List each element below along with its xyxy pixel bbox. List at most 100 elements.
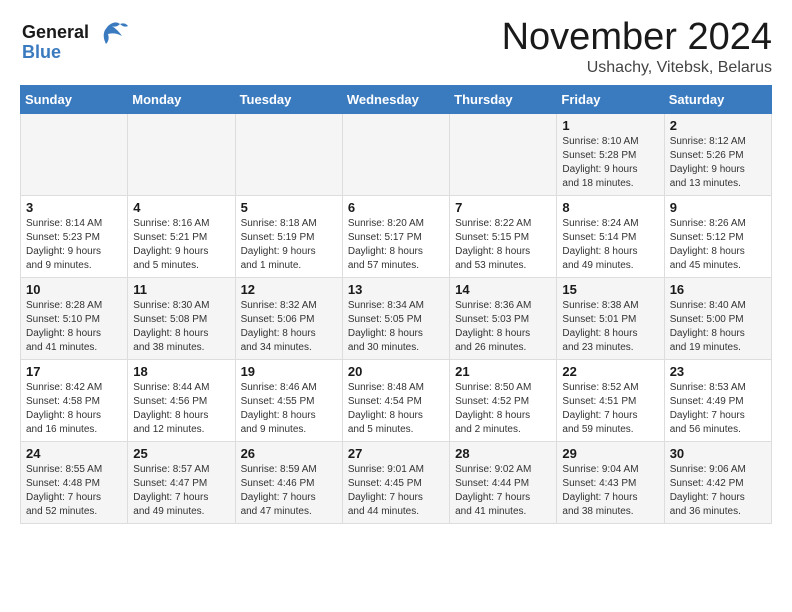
day-detail: Sunrise: 8:16 AM Sunset: 5:21 PM Dayligh…	[133, 217, 229, 273]
day-number: 30	[670, 446, 766, 461]
day-detail: Sunrise: 8:24 AM Sunset: 5:14 PM Dayligh…	[562, 217, 658, 273]
day-cell	[235, 114, 342, 196]
logo-text: General Blue	[20, 16, 130, 69]
header-day-thursday: Thursday	[450, 86, 557, 114]
day-cell: 27 Sunrise: 9:01 AM Sunset: 4:45 PM Dayli…	[342, 442, 449, 524]
day-number: 4	[133, 200, 229, 215]
day-number: 18	[133, 364, 229, 379]
header-day-tuesday: Tuesday	[235, 86, 342, 114]
header-day-sunday: Sunday	[21, 86, 128, 114]
day-number: 5	[241, 200, 337, 215]
day-cell: 10Sunrise: 8:28 AM Sunset: 5:10 PM Dayli…	[21, 278, 128, 360]
day-detail: Sunrise: 8:57 AM Sunset: 4:47 PM Dayligh…	[133, 463, 229, 519]
day-detail: Sunrise: 8:10 AM Sunset: 5:28 PM Dayligh…	[562, 135, 658, 191]
day-cell: 8 Sunrise: 8:24 AM Sunset: 5:14 PM Daylig…	[557, 196, 664, 278]
day-number: 8	[562, 200, 658, 215]
day-detail: Sunrise: 8:46 AM Sunset: 4:55 PM Dayligh…	[241, 381, 337, 437]
day-cell: 26 Sunrise: 8:59 AM Sunset: 4:46 PM Dayli…	[235, 442, 342, 524]
location: Ushachy, Vitebsk, Belarus	[502, 59, 772, 77]
logo: General Blue	[20, 16, 130, 69]
day-cell: 18Sunrise: 8:44 AM Sunset: 4:56 PM Dayli…	[128, 360, 235, 442]
day-cell: 7Sunrise: 8:22 AM Sunset: 5:15 PM Daylig…	[450, 196, 557, 278]
day-number: 17	[26, 364, 122, 379]
day-cell: 17Sunrise: 8:42 AM Sunset: 4:58 PM Dayli…	[21, 360, 128, 442]
day-number: 26	[241, 446, 337, 461]
day-detail: Sunrise: 8:26 AM Sunset: 5:12 PM Dayligh…	[670, 217, 766, 273]
day-detail: Sunrise: 8:20 AM Sunset: 5:17 PM Dayligh…	[348, 217, 444, 273]
calendar-body: 1 Sunrise: 8:10 AM Sunset: 5:28 PM Daylig…	[21, 114, 772, 524]
week-row-3: 10Sunrise: 8:28 AM Sunset: 5:10 PM Dayli…	[21, 278, 772, 360]
day-number: 27	[348, 446, 444, 461]
calendar-table: SundayMondayTuesdayWednesdayThursdayFrid…	[20, 85, 772, 524]
day-detail: Sunrise: 9:01 AM Sunset: 4:45 PM Dayligh…	[348, 463, 444, 519]
day-cell	[128, 114, 235, 196]
day-cell: 1 Sunrise: 8:10 AM Sunset: 5:28 PM Daylig…	[557, 114, 664, 196]
week-row-1: 1 Sunrise: 8:10 AM Sunset: 5:28 PM Daylig…	[21, 114, 772, 196]
day-detail: Sunrise: 8:18 AM Sunset: 5:19 PM Dayligh…	[241, 217, 337, 273]
day-cell: 28Sunrise: 9:02 AM Sunset: 4:44 PM Dayli…	[450, 442, 557, 524]
day-number: 12	[241, 282, 337, 297]
svg-text:Blue: Blue	[22, 42, 61, 62]
day-number: 19	[241, 364, 337, 379]
day-detail: Sunrise: 9:04 AM Sunset: 4:43 PM Dayligh…	[562, 463, 658, 519]
day-number: 20	[348, 364, 444, 379]
day-cell	[342, 114, 449, 196]
day-detail: Sunrise: 8:14 AM Sunset: 5:23 PM Dayligh…	[26, 217, 122, 273]
day-detail: Sunrise: 8:22 AM Sunset: 5:15 PM Dayligh…	[455, 217, 551, 273]
day-cell: 20 Sunrise: 8:48 AM Sunset: 4:54 PM Dayli…	[342, 360, 449, 442]
day-number: 15	[562, 282, 658, 297]
page: General Blue November 2024 Ushachy, Vite…	[0, 0, 792, 540]
header-day-monday: Monday	[128, 86, 235, 114]
day-cell: 14 Sunrise: 8:36 AM Sunset: 5:03 PM Dayli…	[450, 278, 557, 360]
week-row-2: 3Sunrise: 8:14 AM Sunset: 5:23 PM Daylig…	[21, 196, 772, 278]
day-detail: Sunrise: 8:32 AM Sunset: 5:06 PM Dayligh…	[241, 299, 337, 355]
day-number: 6	[348, 200, 444, 215]
day-cell: 24Sunrise: 8:55 AM Sunset: 4:48 PM Dayli…	[21, 442, 128, 524]
day-cell: 25 Sunrise: 8:57 AM Sunset: 4:47 PM Dayli…	[128, 442, 235, 524]
day-cell: 4 Sunrise: 8:16 AM Sunset: 5:21 PM Daylig…	[128, 196, 235, 278]
day-detail: Sunrise: 8:55 AM Sunset: 4:48 PM Dayligh…	[26, 463, 122, 519]
day-detail: Sunrise: 8:36 AM Sunset: 5:03 PM Dayligh…	[455, 299, 551, 355]
day-cell: 16 Sunrise: 8:40 AM Sunset: 5:00 PM Dayli…	[664, 278, 771, 360]
day-cell: 2 Sunrise: 8:12 AM Sunset: 5:26 PM Daylig…	[664, 114, 771, 196]
day-number: 25	[133, 446, 229, 461]
day-cell: 11 Sunrise: 8:30 AM Sunset: 5:08 PM Dayli…	[128, 278, 235, 360]
header-row: SundayMondayTuesdayWednesdayThursdayFrid…	[21, 86, 772, 114]
day-number: 14	[455, 282, 551, 297]
day-cell: 19 Sunrise: 8:46 AM Sunset: 4:55 PM Dayli…	[235, 360, 342, 442]
day-number: 2	[670, 118, 766, 133]
day-detail: Sunrise: 8:40 AM Sunset: 5:00 PM Dayligh…	[670, 299, 766, 355]
calendar-header: SundayMondayTuesdayWednesdayThursdayFrid…	[21, 86, 772, 114]
day-cell: 21Sunrise: 8:50 AM Sunset: 4:52 PM Dayli…	[450, 360, 557, 442]
day-number: 11	[133, 282, 229, 297]
day-cell	[21, 114, 128, 196]
day-detail: Sunrise: 8:12 AM Sunset: 5:26 PM Dayligh…	[670, 135, 766, 191]
day-detail: Sunrise: 8:52 AM Sunset: 4:51 PM Dayligh…	[562, 381, 658, 437]
day-number: 29	[562, 446, 658, 461]
day-detail: Sunrise: 8:38 AM Sunset: 5:01 PM Dayligh…	[562, 299, 658, 355]
header-day-saturday: Saturday	[664, 86, 771, 114]
week-row-5: 24Sunrise: 8:55 AM Sunset: 4:48 PM Dayli…	[21, 442, 772, 524]
day-cell	[450, 114, 557, 196]
day-number: 16	[670, 282, 766, 297]
day-cell: 23 Sunrise: 8:53 AM Sunset: 4:49 PM Dayli…	[664, 360, 771, 442]
day-cell: 5 Sunrise: 8:18 AM Sunset: 5:19 PM Daylig…	[235, 196, 342, 278]
day-cell: 3Sunrise: 8:14 AM Sunset: 5:23 PM Daylig…	[21, 196, 128, 278]
day-detail: Sunrise: 8:53 AM Sunset: 4:49 PM Dayligh…	[670, 381, 766, 437]
month-title: November 2024	[502, 16, 772, 59]
day-detail: Sunrise: 8:50 AM Sunset: 4:52 PM Dayligh…	[455, 381, 551, 437]
day-number: 1	[562, 118, 658, 133]
day-cell: 6 Sunrise: 8:20 AM Sunset: 5:17 PM Daylig…	[342, 196, 449, 278]
day-cell: 22 Sunrise: 8:52 AM Sunset: 4:51 PM Dayli…	[557, 360, 664, 442]
day-detail: Sunrise: 8:30 AM Sunset: 5:08 PM Dayligh…	[133, 299, 229, 355]
day-number: 22	[562, 364, 658, 379]
day-number: 28	[455, 446, 551, 461]
day-cell: 15 Sunrise: 8:38 AM Sunset: 5:01 PM Dayli…	[557, 278, 664, 360]
day-number: 23	[670, 364, 766, 379]
day-cell: 9Sunrise: 8:26 AM Sunset: 5:12 PM Daylig…	[664, 196, 771, 278]
header-day-wednesday: Wednesday	[342, 86, 449, 114]
day-detail: Sunrise: 8:59 AM Sunset: 4:46 PM Dayligh…	[241, 463, 337, 519]
header-day-friday: Friday	[557, 86, 664, 114]
day-detail: Sunrise: 8:48 AM Sunset: 4:54 PM Dayligh…	[348, 381, 444, 437]
day-number: 13	[348, 282, 444, 297]
